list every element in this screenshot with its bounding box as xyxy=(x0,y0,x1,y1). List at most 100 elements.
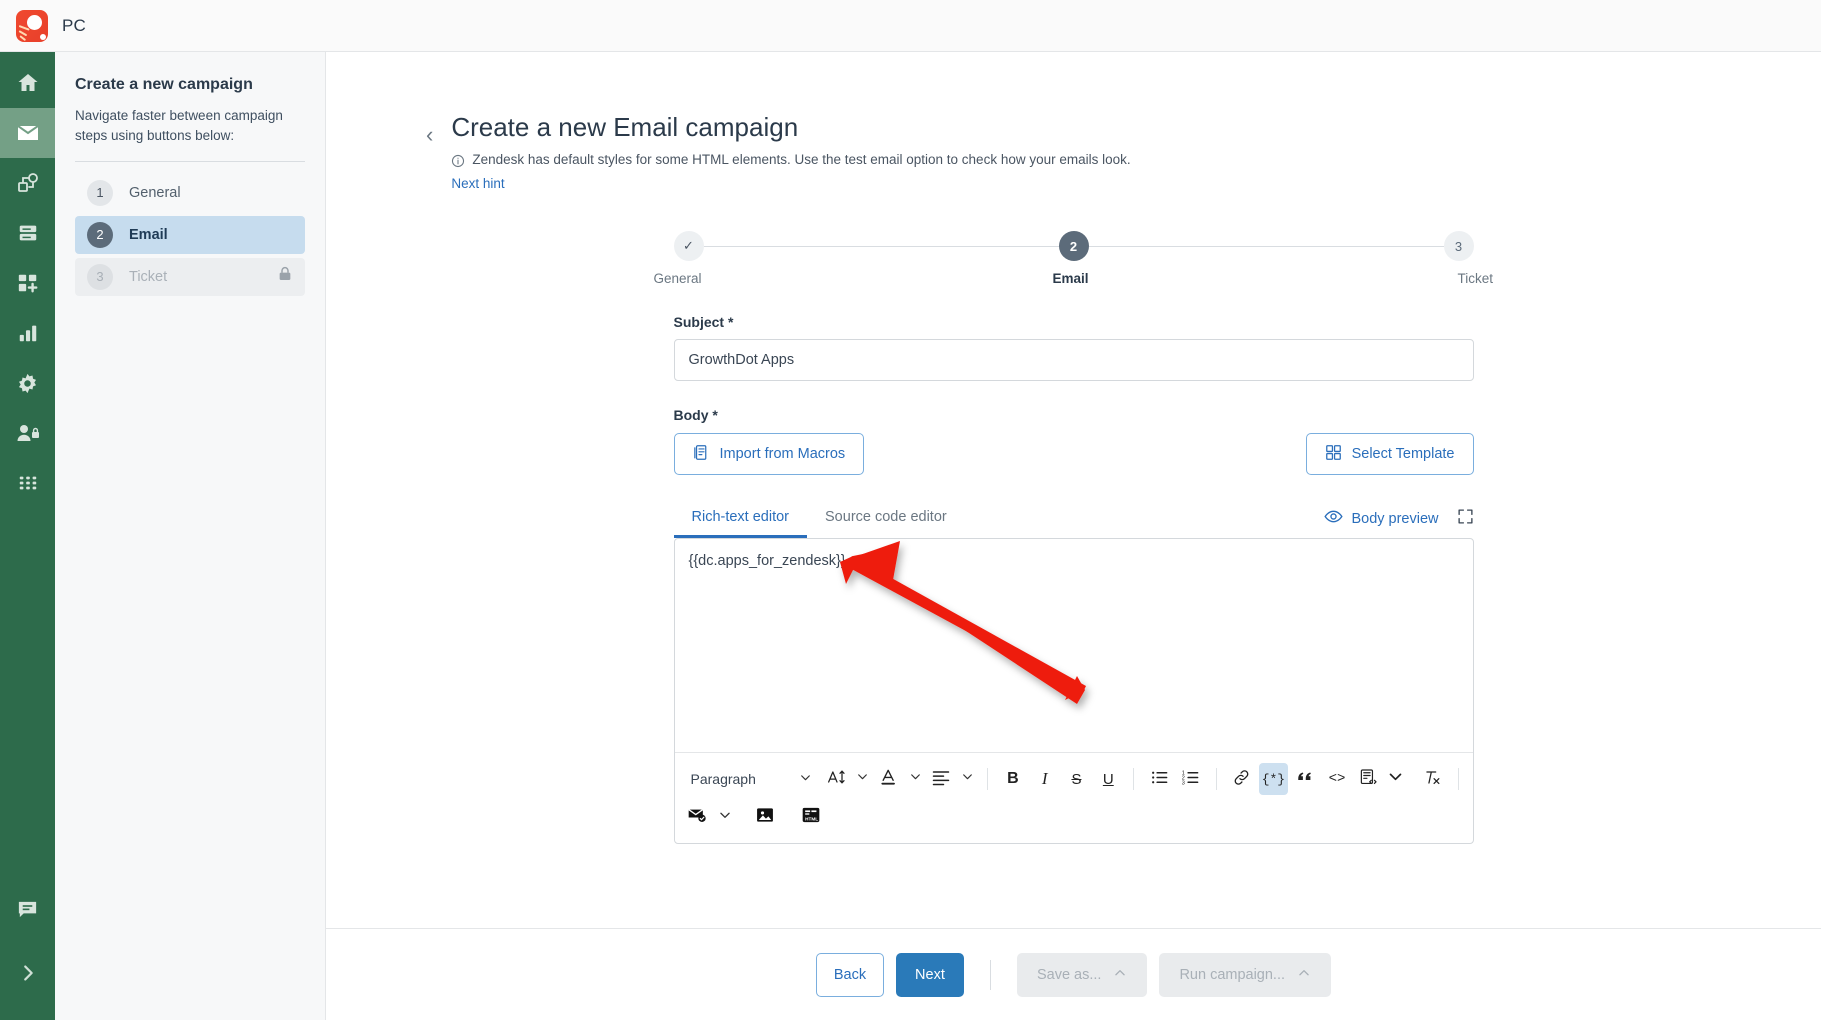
envelope-check-icon xyxy=(687,805,707,829)
align-caret[interactable] xyxy=(958,763,977,795)
rail-expand-button[interactable] xyxy=(0,948,55,998)
wizard-stepper: ✓ 2 3 General Email Ticket xyxy=(654,231,1493,286)
html-embed-button[interactable] xyxy=(1354,763,1384,795)
user-lock-icon xyxy=(16,421,40,445)
footer-divider xyxy=(989,959,991,990)
stepper-connector xyxy=(703,245,1059,247)
sun-burst-logo xyxy=(16,9,48,42)
chevron-up-icon xyxy=(1297,966,1311,984)
sidebar-step-email[interactable]: 2 Email xyxy=(75,215,305,254)
step-label: Ticket xyxy=(129,268,168,285)
step-number: 1 xyxy=(87,179,113,206)
chevron-down-icon xyxy=(799,771,812,787)
paragraph-style-label: Paragraph xyxy=(690,771,756,787)
text-color-button[interactable] xyxy=(874,763,904,795)
stepper-label-general: General xyxy=(653,271,702,286)
stepper-node-general[interactable]: ✓ xyxy=(673,231,704,261)
align-left-icon xyxy=(931,767,951,791)
sidebar-step-general[interactable]: 1 General xyxy=(75,174,305,212)
image-icon xyxy=(755,805,775,829)
rail-item-home[interactable] xyxy=(0,58,55,108)
strikethrough-button[interactable]: S xyxy=(1062,763,1092,795)
rail-item-email[interactable] xyxy=(0,108,55,158)
rail-item-storage[interactable] xyxy=(0,208,55,258)
wizard-footer: Back Next Save as... Run campaign... xyxy=(326,928,1821,1020)
numbered-list-icon: 123 xyxy=(1181,768,1200,791)
macros-list-icon xyxy=(693,444,710,465)
rich-text-editor: {{dc.apps_for_zendesk}} Paragraph B I S … xyxy=(673,538,1474,844)
email-insert-button[interactable] xyxy=(681,801,713,833)
rail-item-support-chat[interactable] xyxy=(0,884,55,934)
home-icon xyxy=(16,71,40,95)
editor-content-area[interactable]: {{dc.apps_for_zendesk}} xyxy=(675,539,1473,752)
clear-format-button[interactable] xyxy=(1418,763,1448,795)
bullet-list-button[interactable] xyxy=(1144,763,1174,795)
bar-chart-icon xyxy=(17,322,39,344)
lock-icon xyxy=(277,266,293,287)
rail-item-permissions[interactable] xyxy=(0,408,55,458)
save-as-button: Save as... xyxy=(1016,952,1148,997)
toolbar-divider xyxy=(1457,768,1459,790)
align-button[interactable] xyxy=(927,763,957,795)
stepper-node-ticket[interactable]: 3 xyxy=(1443,231,1474,261)
panel-subtitle: Navigate faster between campaign steps u… xyxy=(75,108,283,144)
body-action-buttons: Import from Macros Select Template xyxy=(673,433,1474,475)
back-button[interactable]: Back xyxy=(815,952,884,997)
app-window: PC Create a new campaign Navigate faster… xyxy=(0,0,1821,1020)
step-label: Email xyxy=(129,226,168,243)
subject-input[interactable] xyxy=(673,339,1474,381)
blockquote-button[interactable] xyxy=(1290,763,1320,795)
numbered-list-button[interactable]: 123 xyxy=(1176,763,1206,795)
strikethrough-icon: S xyxy=(1071,770,1082,788)
html-embed-icon xyxy=(1359,768,1378,791)
font-size-caret[interactable] xyxy=(853,763,872,795)
link-button[interactable] xyxy=(1227,763,1257,795)
rail-item-add-app[interactable] xyxy=(0,258,55,308)
sidebar-step-ticket: 3 Ticket xyxy=(75,257,305,296)
tab-rich-text-editor[interactable]: Rich-text editor xyxy=(673,501,808,538)
code-icon: <> xyxy=(1328,771,1346,787)
step-number: 3 xyxy=(87,263,113,290)
rail-item-apps[interactable] xyxy=(0,458,55,508)
select-template-label: Select Template xyxy=(1351,446,1455,462)
subject-label: Subject * xyxy=(673,314,734,330)
body-preview-button[interactable]: Body preview xyxy=(1324,507,1439,530)
code-button[interactable]: <> xyxy=(1322,763,1352,795)
underline-button[interactable]: U xyxy=(1093,763,1123,795)
tab-source-code-editor[interactable]: Source code editor xyxy=(807,501,965,538)
step-label: General xyxy=(129,184,181,201)
insert-image-button[interactable] xyxy=(749,801,781,833)
stepper-label-email: Email xyxy=(1052,271,1089,286)
expand-editor-button[interactable] xyxy=(1457,508,1474,530)
grid-dots-icon xyxy=(17,472,39,494)
placeholder-button[interactable]: {*} xyxy=(1258,763,1289,795)
text-color-icon xyxy=(879,767,899,791)
email-insert-caret[interactable] xyxy=(715,801,735,833)
next-button[interactable]: Next xyxy=(895,952,964,997)
workflow-icon xyxy=(16,171,40,195)
more-tools-caret[interactable] xyxy=(1386,763,1405,795)
font-size-icon xyxy=(827,767,847,791)
italic-button[interactable]: I xyxy=(1030,763,1060,795)
insert-html-button[interactable]: HTML xyxy=(795,801,827,833)
toolbar-divider xyxy=(1133,768,1135,790)
bold-icon: B xyxy=(1007,770,1019,787)
chevron-left-icon[interactable]: ‹ xyxy=(426,124,433,146)
bold-button[interactable]: B xyxy=(998,763,1028,795)
select-template-button[interactable]: Select Template xyxy=(1305,433,1474,475)
next-hint-link[interactable]: Next hint xyxy=(451,176,504,191)
rail-item-analytics[interactable] xyxy=(0,308,55,358)
rail-item-settings[interactable] xyxy=(0,358,55,408)
panel-divider xyxy=(75,160,305,162)
chat-icon xyxy=(16,898,39,921)
brand-name: PC xyxy=(62,15,87,35)
font-size-button[interactable] xyxy=(822,763,852,795)
main-scroll-area: ‹ Create a new Email campaign Zendesk ha… xyxy=(326,52,1821,928)
paragraph-style-select[interactable]: Paragraph xyxy=(681,763,820,795)
toolbar-row-secondary: HTML xyxy=(681,798,1467,836)
text-color-caret[interactable] xyxy=(906,763,925,795)
stepper-node-email[interactable]: 2 xyxy=(1058,231,1089,261)
import-from-macros-button[interactable]: Import from Macros xyxy=(673,433,865,475)
rail-item-automation[interactable] xyxy=(0,158,55,208)
database-icon xyxy=(17,222,39,244)
